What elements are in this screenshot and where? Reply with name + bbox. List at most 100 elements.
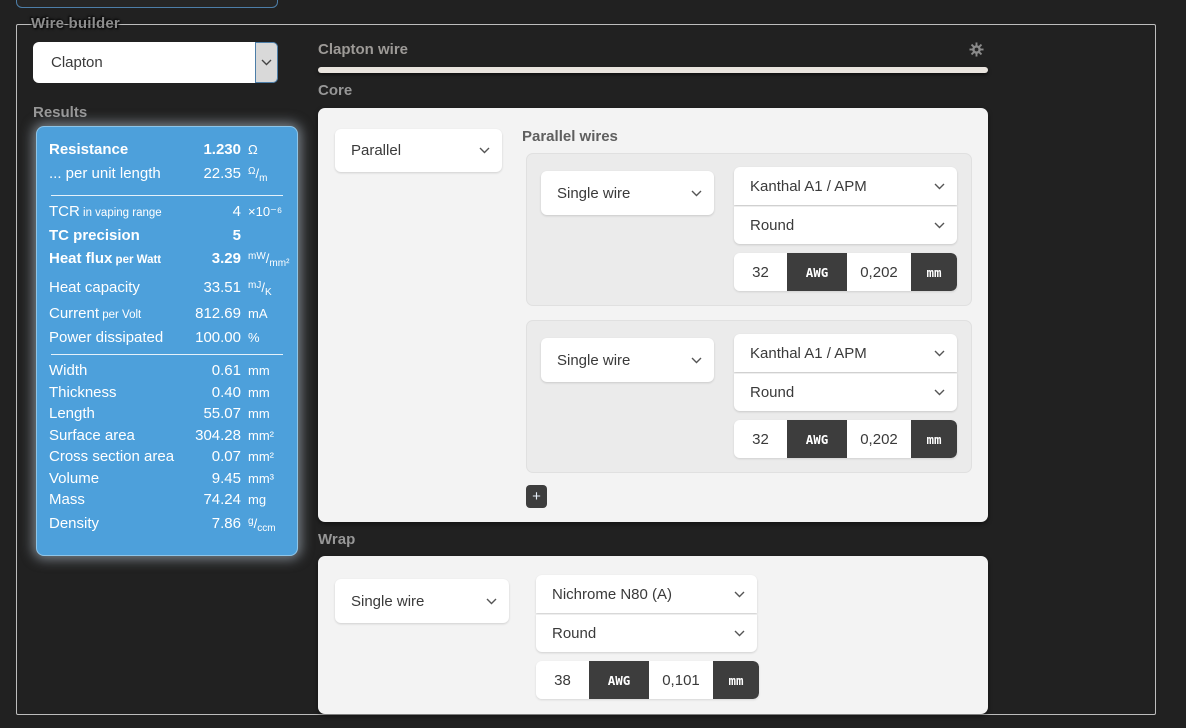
result-unit: Ω — [248, 142, 258, 157]
result-value: 0.07 — [211, 448, 241, 465]
result-unit: mm — [248, 384, 270, 400]
wrap-panel: Single wire Nichrome N80 (A) Round 38 AWG 0,1… — [318, 556, 988, 714]
result-row: Heat flux per Watt 3.29 mW/mm² — [49, 246, 289, 275]
results-panel: Resistance 1.230 Ω ... per unit length 22.35… — [36, 126, 298, 556]
material-value: Kanthal A1 / APM — [750, 344, 867, 362]
result-row: ... per unit length 22.35 Ω/m — [49, 161, 285, 190]
gauge-input[interactable]: 38 — [536, 661, 589, 699]
result-unit: mA — [248, 306, 268, 321]
mm-unit-button[interactable]: mm — [911, 420, 957, 458]
result-row: Mass 74.24 mg — [49, 489, 285, 511]
result-label: Heat flux per Watt — [49, 250, 162, 267]
gauge-input[interactable]: 32 — [734, 420, 787, 458]
results-divider — [51, 354, 283, 355]
result-unit: % — [248, 329, 260, 345]
result-label: Density — [49, 514, 100, 532]
gauge-input[interactable]: 32 — [734, 253, 787, 291]
result-unit: mg — [248, 492, 267, 507]
result-row: TC precision 5 — [49, 225, 285, 247]
result-label: Resistance — [49, 141, 129, 158]
mm-unit-button[interactable]: mm — [911, 253, 957, 291]
result-unit: mm² — [248, 427, 274, 443]
material-value: Kanthal A1 / APM — [750, 177, 867, 195]
wire-type-select[interactable]: Single wire — [541, 171, 714, 215]
result-label: Power dissipated — [49, 328, 164, 346]
material-select[interactable]: Kanthal A1 / APM — [734, 167, 957, 205]
material-select[interactable]: Kanthal A1 / APM — [734, 334, 957, 372]
result-unit: g/ccm — [248, 515, 276, 534]
page-title: Clapton wire — [318, 40, 409, 58]
material-value: Nichrome N80 (A) — [552, 585, 673, 603]
result-value: 5 — [232, 226, 241, 244]
result-label: TC precision — [49, 226, 140, 244]
core-wire-panel: Single wire Kanthal A1 / APM Round 32 AWG 0,2… — [526, 320, 972, 473]
wire-config-row: Single wire Kanthal A1 / APM Round 32 AWG 0,2… — [541, 167, 957, 291]
chevron-down-icon — [486, 598, 497, 604]
profile-select[interactable]: Round — [536, 614, 757, 652]
result-value: 812.69 — [195, 305, 241, 322]
result-row: Thickness 0.40 mm — [49, 382, 285, 404]
result-label: Volume — [49, 469, 100, 487]
result-value: 1.230 — [203, 141, 241, 158]
result-label: Cross section area — [49, 448, 175, 465]
top-cropped-control[interactable] — [16, 0, 278, 8]
result-value: 33.51 — [203, 278, 241, 296]
wrap-section-label: Wrap — [318, 531, 356, 548]
chevron-down-icon — [934, 350, 945, 356]
result-unit: ×10⁻⁶ — [248, 204, 283, 219]
result-label: Mass — [49, 491, 85, 508]
chevron-down-icon — [734, 630, 745, 636]
parallel-wires-label: Parallel wires — [522, 128, 618, 145]
result-row: Cross section area 0.07 mm² — [49, 446, 285, 468]
wire-size-row: 32 AWG 0,202 mm — [734, 420, 957, 458]
mm-unit-button[interactable]: mm — [713, 661, 759, 699]
wire-builder-legend: Wire builder — [31, 15, 120, 32]
result-label: Length — [49, 405, 95, 422]
results-divider — [51, 195, 283, 196]
material-select[interactable]: Nichrome N80 (A) — [536, 575, 757, 613]
core-structure-select[interactable]: Parallel — [335, 129, 502, 172]
wire-type-dropdown[interactable]: Clapton — [33, 42, 278, 83]
result-row: Length 55.07 mm — [49, 403, 285, 425]
wire-type-value: Single wire — [557, 351, 631, 369]
result-value: 9.45 — [211, 469, 241, 487]
result-value: 304.28 — [195, 426, 241, 444]
result-row: Volume 9.45 mm³ — [49, 468, 285, 490]
core-panel: Parallel Parallel wires Single wire Kanth… — [318, 108, 988, 522]
chevron-down-icon — [691, 357, 702, 363]
diameter-input[interactable]: 0,101 — [649, 661, 713, 699]
core-section-label: Core — [318, 82, 353, 99]
wire-config-row: Single wire Kanthal A1 / APM Round 32 AWG 0,2… — [541, 334, 957, 458]
profile-select[interactable]: Round — [734, 206, 957, 244]
result-row: Width 0.61 mm — [49, 360, 285, 382]
diameter-input[interactable]: 0,202 — [847, 420, 911, 458]
result-row: TCR in vaping range 4 ×10⁻⁶ — [49, 201, 285, 225]
chevron-down-icon[interactable] — [255, 42, 278, 83]
result-unit: mm — [248, 363, 270, 378]
result-value: 55.07 — [203, 405, 241, 422]
result-label: Heat capacity — [49, 278, 140, 296]
wire-type-select[interactable]: Single wire — [335, 579, 509, 623]
result-row: Resistance 1.230 Ω — [49, 139, 285, 161]
result-unit: mm² — [248, 449, 274, 464]
profile-select[interactable]: Round — [734, 373, 957, 411]
gear-icon[interactable] — [969, 41, 984, 57]
result-value: 7.86 — [211, 514, 241, 532]
awg-unit-button[interactable]: AWG — [787, 253, 847, 291]
chevron-down-icon — [934, 222, 945, 228]
chevron-down-icon — [934, 389, 945, 395]
result-label: Width — [49, 362, 88, 379]
wire-type-select[interactable]: Single wire — [541, 338, 714, 382]
add-wire-button[interactable]: + — [526, 485, 547, 508]
profile-value: Round — [750, 383, 795, 401]
result-value: 3.29 — [211, 250, 241, 267]
result-label: Surface area — [49, 426, 135, 444]
wire-config-row: Single wire Nichrome N80 (A) Round 38 AWG 0,1… — [335, 575, 759, 699]
diameter-input[interactable]: 0,202 — [847, 253, 911, 291]
wire-type-value: Single wire — [351, 592, 425, 610]
chevron-down-icon — [934, 183, 945, 189]
awg-unit-button[interactable]: AWG — [589, 661, 649, 699]
main-column: Clapton wire Core Parallel Parallel wire… — [318, 38, 988, 714]
awg-unit-button[interactable]: AWG — [787, 420, 847, 458]
result-row: Heat capacity 33.51 mJ/K — [49, 275, 285, 304]
